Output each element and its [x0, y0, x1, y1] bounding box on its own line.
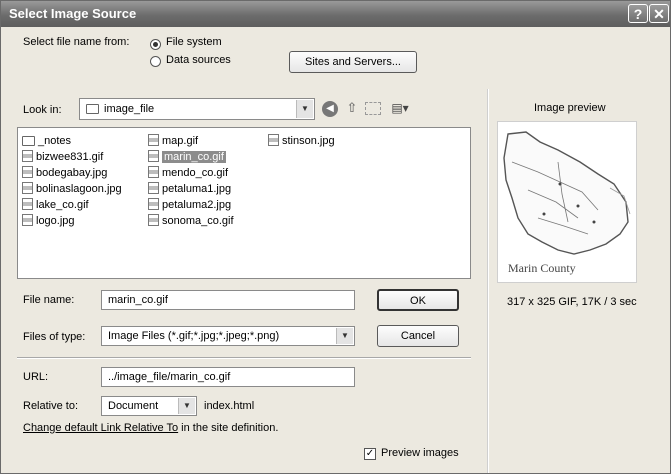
image-file-icon — [148, 166, 159, 178]
look-in-dropdown[interactable]: image_file ▼ — [79, 98, 315, 120]
file-name-input[interactable]: marin_co.gif — [101, 290, 355, 310]
chevron-down-icon[interactable]: ▼ — [336, 328, 353, 344]
preview-heading: Image preview — [534, 102, 606, 114]
image-preview: Marin County — [497, 121, 637, 283]
list-item[interactable]: petaluma1.jpg — [148, 181, 231, 197]
list-item[interactable]: lake_co.gif — [22, 197, 89, 213]
relative-to-value: Document — [108, 400, 159, 412]
file-list[interactable]: _notes bizwee831.gif bodegabay.jpg bolin… — [17, 127, 471, 279]
image-file-icon — [22, 150, 33, 162]
close-button[interactable]: ✕ — [649, 4, 669, 23]
relative-page-name: index.html — [204, 400, 255, 412]
marin-map-image: Marin County — [503, 131, 631, 275]
help-button[interactable]: ? — [628, 4, 648, 23]
chevron-down-icon[interactable]: ▼ — [296, 100, 313, 118]
list-item[interactable]: bolinaslagoon.jpg — [22, 181, 122, 197]
radio-file-system[interactable] — [150, 39, 161, 50]
list-item-selected[interactable]: marin_co.gif — [148, 149, 226, 165]
files-of-type-label: Files of type: — [23, 331, 86, 343]
relative-to-dropdown[interactable]: Document ▼ — [101, 396, 197, 416]
image-file-icon — [22, 166, 33, 178]
image-info: 317 x 325 GIF, 17K / 3 sec — [507, 296, 637, 308]
chevron-down-icon[interactable]: ▼ — [178, 398, 195, 414]
new-folder-icon[interactable] — [365, 102, 381, 115]
image-file-icon — [148, 198, 159, 210]
radio-file-system-label[interactable]: File system — [166, 36, 222, 48]
sites-and-servers-button[interactable]: Sites and Servers... — [289, 51, 417, 73]
image-file-icon — [148, 134, 159, 146]
preview-images-checkbox[interactable]: ✓ — [364, 448, 376, 460]
files-of-type-value: Image Files (*.gif;*.jpg;*.jpeg;*.png) — [108, 330, 280, 342]
question-mark-icon: ? — [633, 6, 643, 22]
look-in-label: Look in: — [23, 104, 62, 116]
image-file-icon — [22, 182, 33, 194]
url-input[interactable]: ../image_file/marin_co.gif — [101, 367, 355, 387]
view-menu-icon[interactable]: ▤▾ — [389, 101, 411, 117]
preview-images-label[interactable]: Preview images — [381, 447, 459, 459]
list-item[interactable]: stinson.jpg — [268, 133, 335, 149]
change-link-text: Change default Link Relative To in the s… — [23, 422, 278, 434]
map-caption: Marin County — [508, 261, 576, 275]
back-icon[interactable]: ◀ — [322, 101, 338, 117]
close-x-icon: ✕ — [653, 6, 665, 22]
select-image-source-dialog: Select Image Source ? ✕ Select file name… — [0, 0, 671, 474]
list-item[interactable]: petaluma2.jpg — [148, 197, 231, 213]
change-link-suffix: in the site definition. — [178, 422, 279, 434]
change-default-link[interactable]: Change default Link Relative To — [23, 422, 178, 434]
radio-data-sources-label[interactable]: Data sources — [166, 54, 231, 66]
pane-divider — [487, 89, 489, 473]
file-name-label: File name: — [23, 294, 75, 306]
image-file-icon — [148, 214, 159, 226]
image-file-icon — [268, 134, 279, 146]
title-bar[interactable]: Select Image Source ? ✕ — [1, 1, 670, 27]
image-file-icon — [22, 214, 33, 226]
select-from-label: Select file name from: — [23, 36, 130, 48]
url-label: URL: — [23, 371, 49, 383]
look-in-folder: image_file — [104, 103, 155, 115]
folder-icon — [86, 104, 99, 114]
folder-icon — [22, 136, 35, 146]
list-item[interactable]: _notes — [22, 133, 71, 149]
image-file-icon — [148, 182, 159, 194]
list-item[interactable]: mendo_co.gif — [148, 165, 228, 181]
list-item[interactable]: map.gif — [148, 133, 198, 149]
files-of-type-dropdown[interactable]: Image Files (*.gif;*.jpg;*.jpeg;*.png) ▼ — [101, 326, 355, 346]
image-file-icon — [148, 150, 159, 162]
image-file-icon — [22, 198, 33, 210]
list-item[interactable]: logo.jpg — [22, 213, 75, 229]
divider — [17, 357, 471, 359]
relative-to-label: Relative to: — [23, 400, 79, 412]
list-item[interactable]: sonoma_co.gif — [148, 213, 234, 229]
list-item[interactable]: bodegabay.jpg — [22, 165, 107, 181]
checkmark-icon: ✓ — [365, 448, 375, 459]
ok-button[interactable]: OK — [377, 289, 459, 311]
cancel-button[interactable]: Cancel — [377, 325, 459, 347]
list-item[interactable]: bizwee831.gif — [22, 149, 103, 165]
dialog-title: Select Image Source — [9, 6, 137, 21]
radio-data-sources[interactable] — [150, 56, 161, 67]
up-folder-icon[interactable]: ⇧ — [344, 100, 360, 118]
